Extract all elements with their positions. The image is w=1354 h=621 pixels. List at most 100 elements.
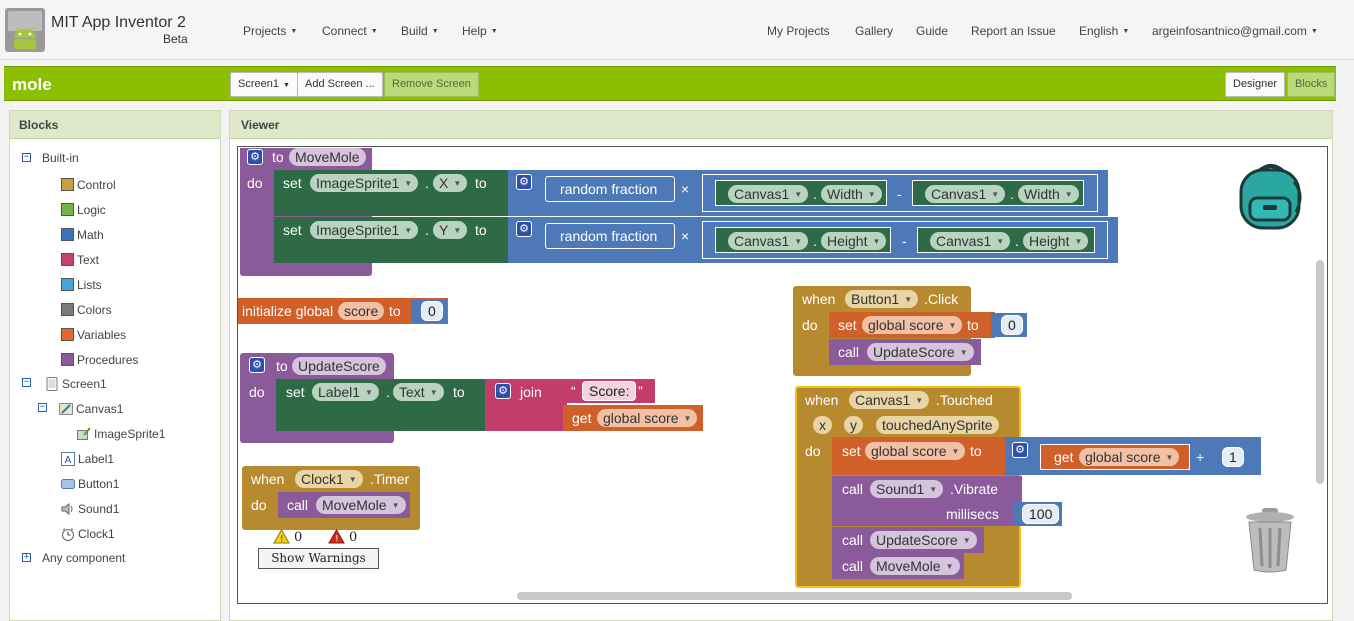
variable-dropdown[interactable]: global score ▼ xyxy=(1079,448,1180,466)
number-field[interactable]: 1 xyxy=(1222,447,1244,467)
property-dropdown[interactable]: Y ▼ xyxy=(433,221,468,239)
drawer-text[interactable]: Text xyxy=(61,253,99,267)
component-dropdown[interactable]: Canvas1 ▼ xyxy=(728,185,809,203)
menu-build[interactable]: Build ▼ xyxy=(401,24,439,38)
chevron-down-icon: ▼ xyxy=(904,295,913,304)
mutator-gear-icon[interactable]: ⚙ xyxy=(249,357,265,373)
mutator-gear-icon[interactable]: ⚙ xyxy=(1012,442,1028,458)
component-dropdown[interactable]: Clock1 ▼ xyxy=(295,470,363,488)
logic-color-icon xyxy=(61,203,74,216)
component-dropdown[interactable]: Button1 ▼ xyxy=(845,290,919,308)
tree-builtin[interactable]: Built-in xyxy=(42,151,79,165)
svg-text:A: A xyxy=(65,455,72,466)
variable-dropdown[interactable]: global score ▼ xyxy=(865,442,966,460)
property-dropdown[interactable]: Text ▼ xyxy=(393,383,444,401)
tree-label1[interactable]: A Label1 xyxy=(61,452,114,466)
tree-sound1[interactable]: Sound1 xyxy=(61,502,119,516)
component-dropdown[interactable]: Sound1 ▼ xyxy=(870,480,944,498)
component-dropdown[interactable]: Canvas1 ▼ xyxy=(728,232,809,250)
property-dropdown[interactable]: Height ▼ xyxy=(821,232,887,250)
tree-canvas1[interactable]: Canvas1 xyxy=(59,402,123,416)
mutator-gear-icon[interactable]: ⚙ xyxy=(516,174,532,190)
app-title: MIT App Inventor 2 xyxy=(51,14,186,31)
backpack-icon[interactable] xyxy=(1236,160,1306,232)
param-touchedanysprite[interactable]: touchedAnySprite xyxy=(876,416,999,434)
chevron-down-icon: ▼ xyxy=(962,536,971,545)
app-inventor-logo-icon[interactable] xyxy=(5,8,45,52)
menu-projects[interactable]: Projects ▼ xyxy=(243,24,297,38)
param-x[interactable]: x xyxy=(813,416,832,434)
drawer-variables[interactable]: Variables xyxy=(61,328,126,342)
component-dropdown[interactable]: ImageSprite1 ▼ xyxy=(310,174,419,192)
link-report-issue[interactable]: Report an Issue xyxy=(971,24,1056,38)
chevron-down-icon: ▼ xyxy=(1310,28,1318,36)
param-y[interactable]: y xyxy=(844,416,863,434)
mutator-gear-icon[interactable]: ⚙ xyxy=(495,383,511,399)
property-dropdown[interactable]: Width ▼ xyxy=(1018,185,1079,203)
horizontal-scrollbar[interactable] xyxy=(517,592,1072,600)
menu-help[interactable]: Help ▼ xyxy=(462,24,498,38)
lists-color-icon xyxy=(61,278,74,291)
trash-icon[interactable] xyxy=(1244,506,1296,574)
procedure-dropdown[interactable]: UpdateScore ▼ xyxy=(867,343,974,361)
chevron-down-icon: ▼ xyxy=(872,237,881,246)
tree-imagesprite1[interactable]: ImageSprite1 xyxy=(77,427,165,441)
procedure-dropdown[interactable]: MoveMole ▼ xyxy=(316,496,406,514)
drawer-colors[interactable]: Colors xyxy=(61,303,112,317)
add-screen-button[interactable]: Add Screen ... xyxy=(297,72,383,97)
expand-any-component-icon[interactable]: + xyxy=(22,553,31,562)
component-dropdown[interactable]: ImageSprite1 ▼ xyxy=(310,221,419,239)
text-field[interactable]: Score: xyxy=(582,381,637,401)
tree-screen1[interactable]: Screen1 xyxy=(45,377,107,391)
drawer-control[interactable]: Control xyxy=(61,178,116,192)
number-field[interactable]: 0 xyxy=(1001,315,1023,335)
component-dropdown[interactable]: Canvas1 ▼ xyxy=(849,391,930,409)
link-guide[interactable]: Guide xyxy=(916,24,948,38)
drawer-math[interactable]: Math xyxy=(61,228,104,242)
account-menu[interactable]: argeinfosantnico@gmail.com ▼ xyxy=(1152,24,1318,38)
procedure-dropdown[interactable]: MoveMole ▼ xyxy=(870,557,960,575)
property-dropdown[interactable]: Width ▼ xyxy=(821,185,882,203)
property-dropdown[interactable]: Height ▼ xyxy=(1023,232,1089,250)
mutator-gear-icon[interactable]: ⚙ xyxy=(247,149,263,165)
drawer-procedures[interactable]: Procedures xyxy=(61,353,138,367)
show-warnings-button[interactable]: Show Warnings xyxy=(258,548,379,569)
component-dropdown[interactable]: Canvas1 ▼ xyxy=(925,185,1006,203)
tree-clock1[interactable]: Clock1 xyxy=(61,527,115,541)
link-gallery[interactable]: Gallery xyxy=(855,24,893,38)
variable-dropdown[interactable]: global score ▼ xyxy=(597,409,698,427)
variable-dropdown[interactable]: global score ▼ xyxy=(862,316,963,334)
procedure-name-field[interactable]: MoveMole xyxy=(289,148,366,166)
link-my-projects[interactable]: My Projects xyxy=(767,24,830,38)
collapse-screen-icon[interactable]: − xyxy=(22,378,31,387)
mutator-gear-icon[interactable]: ⚙ xyxy=(516,221,532,237)
property-dropdown[interactable]: X ▼ xyxy=(433,174,468,192)
clock-icon xyxy=(62,528,74,541)
menu-connect[interactable]: Connect ▼ xyxy=(322,24,378,38)
number-field[interactable]: 0 xyxy=(421,301,443,321)
remove-screen-button[interactable]: Remove Screen xyxy=(384,72,479,97)
blocks-button[interactable]: Blocks xyxy=(1287,72,1336,97)
variable-name-field[interactable]: score xyxy=(338,302,385,320)
chevron-down-icon: ▼ xyxy=(391,501,400,510)
procedure-dropdown[interactable]: UpdateScore ▼ xyxy=(870,531,977,549)
drawer-logic[interactable]: Logic xyxy=(61,203,106,217)
language-menu[interactable]: English ▼ xyxy=(1079,24,1129,38)
error-icon: ! xyxy=(328,529,345,544)
procedure-name-field[interactable]: UpdateScore xyxy=(292,357,386,375)
screen-select[interactable]: Screen1 ▼ xyxy=(230,72,298,97)
collapse-builtin-icon[interactable]: − xyxy=(22,153,31,162)
error-count: 0 xyxy=(349,530,358,545)
component-dropdown[interactable]: Label1 ▼ xyxy=(312,383,379,401)
designer-button[interactable]: Designer xyxy=(1225,72,1286,97)
chevron-down-icon: ▼ xyxy=(370,28,378,36)
component-dropdown[interactable]: Canvas1 ▼ xyxy=(930,232,1011,250)
tree-button1[interactable]: Button1 xyxy=(61,477,119,491)
tree-any-component[interactable]: Any component xyxy=(42,551,125,565)
vertical-scrollbar[interactable] xyxy=(1316,260,1324,484)
colors-color-icon xyxy=(61,303,74,316)
chevron-down-icon: ▼ xyxy=(282,82,290,89)
collapse-canvas-icon[interactable]: − xyxy=(38,403,47,412)
drawer-lists[interactable]: Lists xyxy=(61,278,102,292)
number-field[interactable]: 100 xyxy=(1022,504,1060,524)
